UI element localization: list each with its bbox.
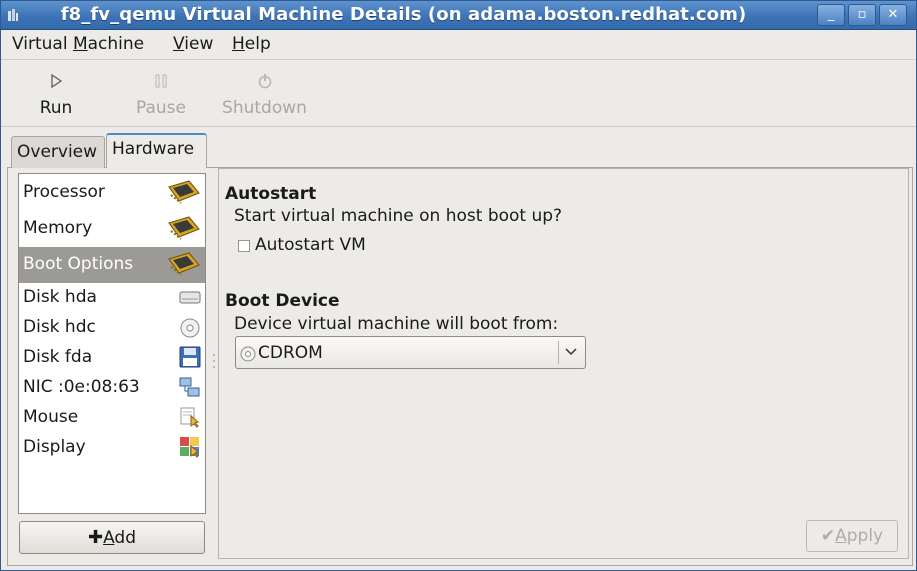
list-item-label: Processor [23,182,105,202]
window-title: f8_fv_qemu Virtual Machine Details (on a… [60,4,747,25]
boot-device-description: Device virtual machine will boot from: [234,314,559,334]
apply-label: pply [846,526,884,546]
boot-device-select[interactable]: CDROM [235,336,586,369]
power-icon [258,74,271,89]
list-item-boot-options[interactable]: Boot Options [19,247,205,283]
list-item-label: Memory [23,218,93,238]
menu-bar: Virtual Machine View Help [1,31,916,58]
plus-icon: ✚ [87,527,104,548]
shutdown-button[interactable]: Shutdown [217,70,312,118]
autostart-description: Start virtual machine on host boot up? [234,206,563,226]
apply-mnemonic: A [835,526,847,546]
maximize-button[interactable]: ▫ [848,4,876,26]
list-item-nic[interactable]: NIC :0e:08:63 [19,373,205,403]
list-item-display[interactable]: Display [19,433,205,463]
list-item-label: Disk fda [23,347,93,367]
pause-button[interactable]: Pause [131,70,191,118]
pause-icon [155,74,167,88]
harddisk-icon [179,291,201,304]
hardware-list: Processor Memory Boot Options Disk hda D… [18,173,206,514]
tab-hardware[interactable]: Hardware [106,133,207,168]
checkmark-icon: ✔ [820,526,836,546]
menu-help[interactable]: Help [232,34,271,54]
chip-icon [168,180,200,204]
floppy-icon [179,346,201,368]
display-icon [180,437,199,458]
list-item-label: Disk hdc [23,317,96,337]
list-item-processor[interactable]: Processor [19,174,205,211]
list-item-disk-fda[interactable]: Disk fda [19,343,205,373]
list-item-label: Mouse [23,407,79,427]
chevron-down-icon [565,348,577,356]
toolbar: Run Pause Shutdown [1,59,916,127]
list-item-label: Display [23,437,86,457]
play-icon [51,73,63,89]
run-label: Run [39,98,73,118]
list-item-disk-hda[interactable]: Disk hda [19,283,205,313]
list-item-label: Boot Options [23,254,134,274]
add-label: dd [114,528,137,548]
cdrom-icon [180,318,200,338]
autostart-heading: Autostart [225,184,317,204]
chip-icon [168,252,200,276]
network-icon [179,377,200,397]
list-item-label: Disk hda [23,287,97,307]
close-button[interactable]: ✕ [879,4,907,26]
autostart-checkbox[interactable] [238,240,250,252]
chip-icon [168,216,200,240]
menu-virtual-machine[interactable]: Virtual Machine [12,34,144,54]
run-button[interactable]: Run [31,70,81,118]
list-item-mouse[interactable]: Mouse [19,403,205,433]
add-mnemonic: A [103,528,115,548]
mouse-icon [180,407,199,428]
shutdown-label: Shutdown [222,98,307,118]
list-item-disk-hdc[interactable]: Disk hdc [19,313,205,343]
list-item-memory[interactable]: Memory [19,211,205,247]
add-hardware-button[interactable]: ✚Add [19,521,205,554]
cdrom-icon [240,346,256,362]
boot-device-heading: Boot Device [225,291,340,311]
minimize-button[interactable]: _ [817,4,845,26]
pause-label: Pause [136,98,186,118]
vm-details-window: f8_fv_qemu Virtual Machine Details (on a… [0,0,917,571]
pane-resize-handle[interactable] [212,351,216,375]
menu-view[interactable]: View [173,34,213,54]
title-bar[interactable]: f8_fv_qemu Virtual Machine Details (on a… [1,1,916,30]
combo-separator [558,341,559,364]
apply-button[interactable]: ✔Apply [806,520,898,552]
boot-device-value: CDROM [258,343,323,363]
autostart-checkbox-label[interactable]: Autostart VM [255,235,366,255]
list-item-label: NIC :0e:08:63 [23,377,140,397]
tab-overview[interactable]: Overview [11,136,105,168]
